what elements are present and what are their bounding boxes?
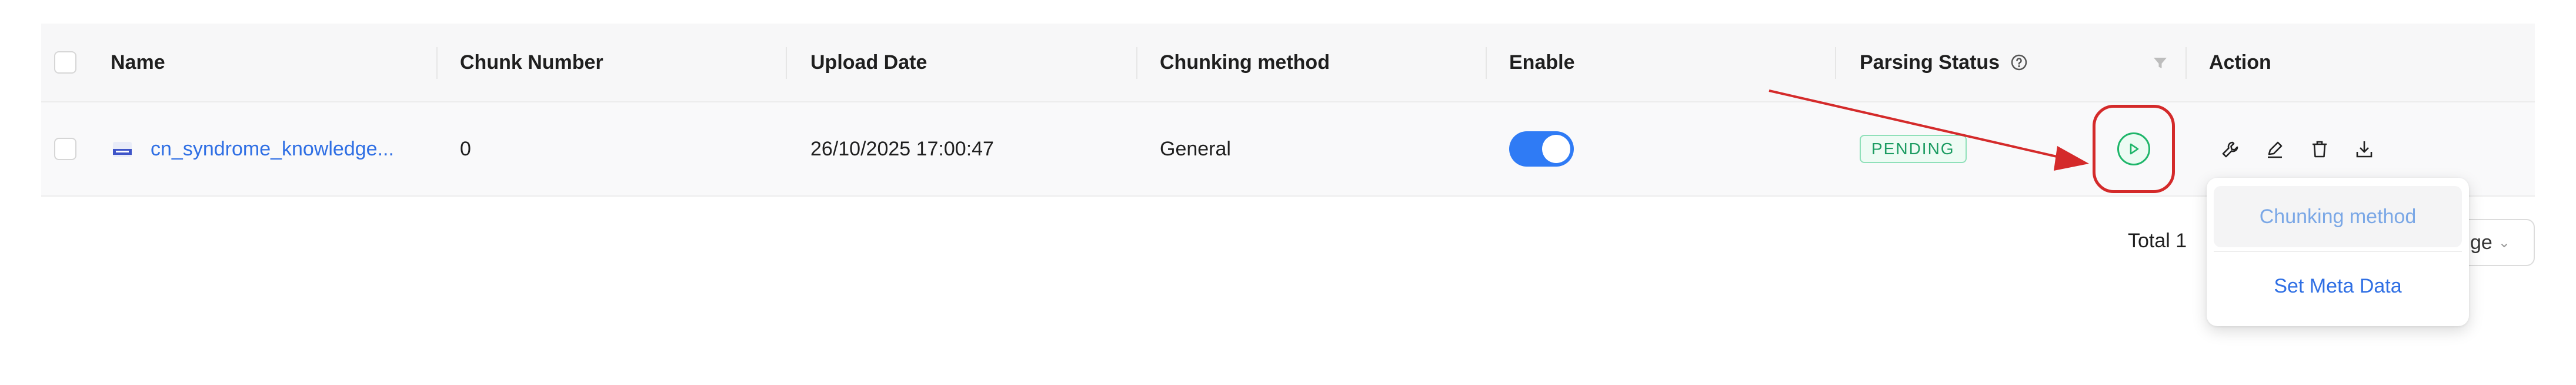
- menu-divider: [2214, 251, 2462, 252]
- page-size-text: ge: [2470, 231, 2492, 254]
- download-icon[interactable]: [2351, 137, 2377, 162]
- wrench-icon[interactable]: [2217, 137, 2243, 162]
- menu-item-chunking-method[interactable]: Chunking method: [2214, 186, 2462, 247]
- page-size-select[interactable]: ge ⌄: [2458, 219, 2535, 266]
- run-parse-button[interactable]: [2093, 105, 2175, 193]
- play-icon: [2117, 132, 2150, 165]
- action-dropdown-menu: Chunking method Set Meta Data: [2207, 178, 2469, 326]
- chevron-down-icon: ⌄: [2498, 234, 2510, 251]
- annotation-arrow: [1769, 89, 2089, 171]
- edit-icon[interactable]: [2262, 137, 2288, 162]
- menu-item-set-meta-data[interactable]: Set Meta Data: [2214, 255, 2462, 317]
- total-count-label: Total 1: [2128, 230, 2187, 252]
- trash-icon[interactable]: [2307, 137, 2333, 162]
